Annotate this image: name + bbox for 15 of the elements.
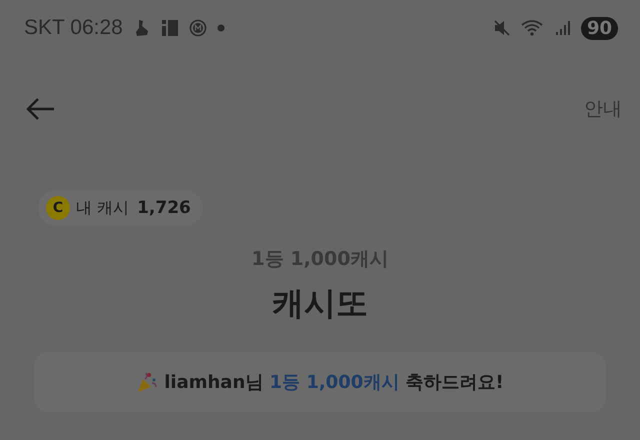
coin-icon: C — [46, 196, 70, 220]
signal-icon — [554, 20, 571, 36]
layout-icon — [160, 19, 179, 37]
wifi-icon — [520, 19, 545, 37]
m-badge-icon — [188, 19, 207, 37]
back-arrow-icon[interactable] — [26, 97, 56, 121]
cash-amount: 1,726 — [137, 198, 191, 218]
party-popper-icon — [136, 371, 158, 393]
battery-level: 90 — [580, 16, 618, 40]
cash-label: 내 캐시 — [76, 198, 130, 218]
dot-icon — [216, 24, 225, 32]
mute-icon — [492, 19, 511, 37]
prize-title: 캐시또 — [272, 283, 368, 324]
status-time: SKT 06:28 — [24, 16, 123, 40]
congrats-message: liamhan님 1등 1,000캐시 축하드려요! — [164, 371, 504, 394]
